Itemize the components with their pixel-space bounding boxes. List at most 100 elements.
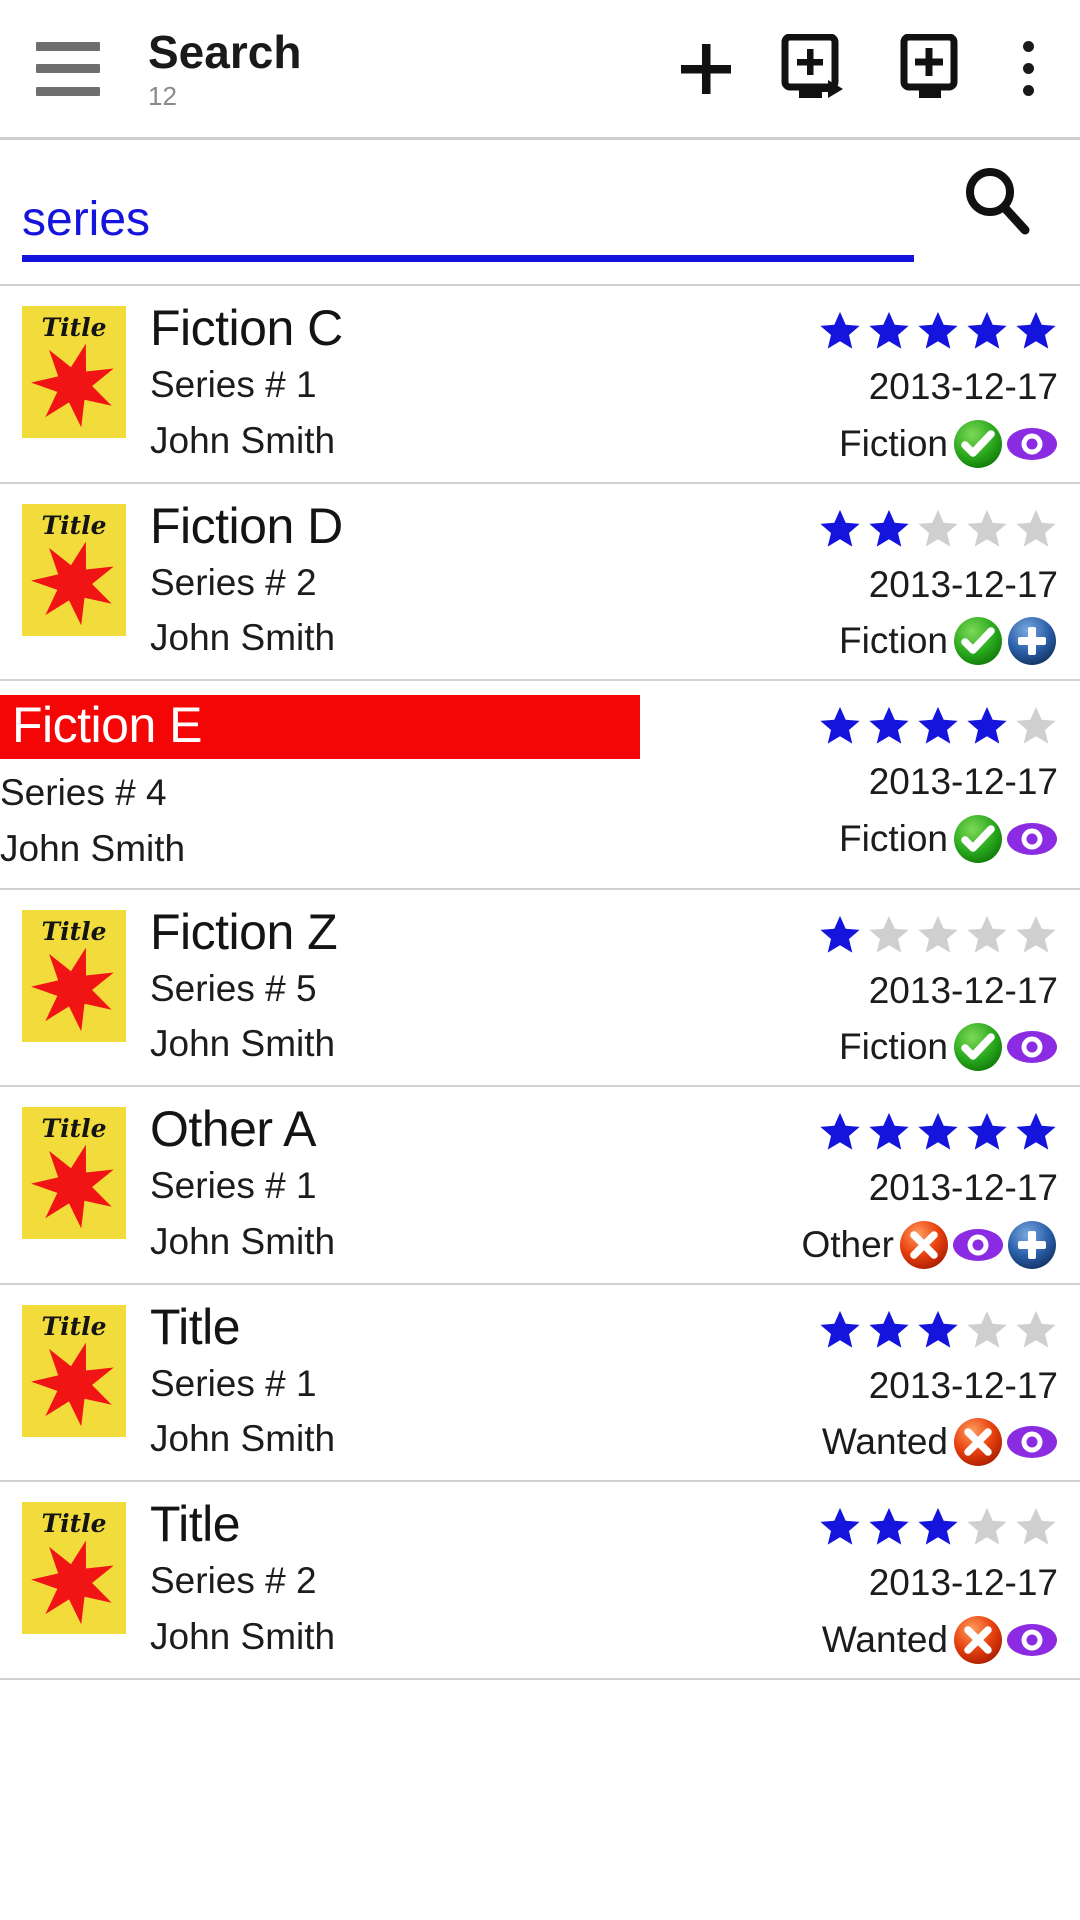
cover-thumbnail[interactable]: Title (22, 909, 126, 1042)
cover-thumbnail[interactable]: Title (22, 503, 126, 636)
rating-star-icon[interactable] (916, 704, 960, 748)
burst-star-icon (31, 1143, 117, 1229)
rating-stars[interactable] (818, 912, 1058, 958)
cover-thumbnail[interactable]: Title (22, 1304, 126, 1437)
row-category: Wanted (821, 1619, 948, 1661)
rating-star-icon[interactable] (916, 1110, 960, 1154)
rating-star-icon[interactable] (818, 1505, 862, 1549)
cross-red-icon[interactable] (898, 1219, 950, 1271)
add-to-device-button[interactable] (894, 33, 966, 105)
row-primary-info: Other A Series # 1 John Smith (150, 1101, 801, 1271)
rating-stars[interactable] (818, 1307, 1058, 1353)
table-row[interactable]: Title Fiction D Series # 2 John Smith 2013-1… (0, 484, 1080, 682)
rating-star-icon[interactable] (1014, 1110, 1058, 1154)
rating-star-icon[interactable] (916, 309, 960, 353)
rating-star-icon[interactable] (867, 507, 911, 551)
rating-stars[interactable] (818, 703, 1058, 749)
rating-star-icon[interactable] (916, 913, 960, 957)
table-row[interactable]: Title Title Series # 1 John Smith 2013-12-17… (0, 1285, 1080, 1483)
rating-star-icon[interactable] (916, 1505, 960, 1549)
rating-star-icon[interactable] (916, 507, 960, 551)
rating-star-icon[interactable] (965, 1110, 1009, 1154)
rating-star-icon[interactable] (818, 309, 862, 353)
rating-star-icon[interactable] (1014, 704, 1058, 748)
row-category: Fiction (839, 1026, 948, 1068)
row-status-line: Fiction (839, 813, 1058, 865)
search-results-list[interactable]: Title Fiction C Series # 1 John Smith 2013-1… (0, 286, 1080, 1681)
eye-purple-icon[interactable] (952, 1219, 1004, 1271)
row-category: Fiction (839, 620, 948, 662)
add-button[interactable] (670, 33, 742, 105)
rating-star-icon[interactable] (965, 704, 1009, 748)
rating-star-icon[interactable] (818, 913, 862, 957)
row-status-line: Wanted (822, 1614, 1058, 1666)
row-body: Fiction Z Series # 5 John Smith 2013-12-17 F… (150, 904, 1058, 1074)
row-date: 2013-12-17 (868, 1562, 1058, 1604)
row-series: Series # 4 (0, 772, 167, 814)
plus-blue-icon[interactable] (1006, 1219, 1058, 1271)
rating-star-icon[interactable] (818, 704, 862, 748)
plus-blue-icon[interactable] (1006, 615, 1058, 667)
magnifier-icon (957, 161, 1035, 244)
table-row[interactable]: Title Fiction C Series # 1 John Smith 2013-1… (0, 286, 1080, 484)
table-row[interactable]: Fiction E Series # 4 John Smith 2013-12-17 F… (0, 681, 1080, 890)
rating-star-icon[interactable] (867, 1308, 911, 1352)
more-vertical-icon (1022, 85, 1034, 96)
eye-purple-icon[interactable] (1006, 1416, 1058, 1468)
check-green-icon[interactable] (952, 1021, 1004, 1073)
row-title: Fiction Z (150, 903, 338, 960)
rating-stars[interactable] (818, 506, 1058, 552)
rating-star-icon[interactable] (1014, 1505, 1058, 1549)
check-green-icon[interactable] (952, 813, 1004, 865)
check-green-icon[interactable] (952, 418, 1004, 470)
rating-star-icon[interactable] (818, 1110, 862, 1154)
row-date: 2013-12-17 (868, 1364, 1058, 1406)
table-row[interactable]: Title Fiction Z Series # 5 John Smith 2013-1… (0, 890, 1080, 1088)
eye-purple-icon[interactable] (1006, 418, 1058, 470)
cover-thumbnail[interactable]: Title (22, 1502, 126, 1635)
eye-purple-icon[interactable] (1006, 1021, 1058, 1073)
cross-red-icon[interactable] (952, 1416, 1004, 1468)
search-input[interactable]: series (22, 194, 942, 262)
row-series: Series # 1 (150, 364, 317, 405)
rating-star-icon[interactable] (867, 1110, 911, 1154)
rating-star-icon[interactable] (1014, 309, 1058, 353)
rating-star-icon[interactable] (1014, 913, 1058, 957)
eye-purple-icon[interactable] (1006, 1614, 1058, 1666)
rating-star-icon[interactable] (1014, 507, 1058, 551)
cross-red-icon[interactable] (952, 1614, 1004, 1666)
row-status-line: Wanted (822, 1416, 1058, 1468)
rating-star-icon[interactable] (867, 704, 911, 748)
row-meta-info: 2013-12-17 Other (801, 1101, 1058, 1271)
table-row[interactable]: Title Other A Series # 1 John Smith 2013-12-… (0, 1087, 1080, 1285)
cover-thumbnail[interactable]: Title (22, 1107, 126, 1240)
row-meta-info: 2013-12-17 Fiction (818, 498, 1058, 668)
rating-star-icon[interactable] (867, 1505, 911, 1549)
cover-thumbnail[interactable]: Title (22, 306, 126, 438)
rating-star-icon[interactable] (965, 507, 1009, 551)
overflow-menu-button[interactable] (1006, 33, 1050, 105)
rating-star-icon[interactable] (867, 309, 911, 353)
rating-star-icon[interactable] (965, 1308, 1009, 1352)
row-status-line: Fiction (839, 1021, 1058, 1073)
rating-star-icon[interactable] (965, 913, 1009, 957)
rating-stars[interactable] (818, 308, 1058, 354)
row-title: Other A (150, 1101, 317, 1158)
rating-star-icon[interactable] (1014, 1308, 1058, 1352)
table-row[interactable]: Title Title Series # 2 John Smith 2013-12-17… (0, 1482, 1080, 1681)
search-submit-button[interactable] (942, 148, 1050, 256)
rating-star-icon[interactable] (818, 1308, 862, 1352)
add-to-device-transfer-button[interactable] (781, 33, 854, 105)
rating-stars[interactable] (818, 1504, 1058, 1550)
rating-star-icon[interactable] (965, 1505, 1009, 1549)
check-green-icon[interactable] (952, 615, 1004, 667)
rating-star-icon[interactable] (916, 1308, 960, 1352)
rating-star-icon[interactable] (965, 309, 1009, 353)
eye-purple-icon[interactable] (1006, 813, 1058, 865)
rating-star-icon[interactable] (818, 507, 862, 551)
rating-star-icon[interactable] (867, 913, 911, 957)
row-status-line: Fiction (839, 615, 1058, 667)
row-date: 2013-12-17 (868, 761, 1058, 803)
rating-stars[interactable] (818, 1109, 1058, 1155)
hamburger-menu-icon[interactable] (36, 41, 100, 96)
